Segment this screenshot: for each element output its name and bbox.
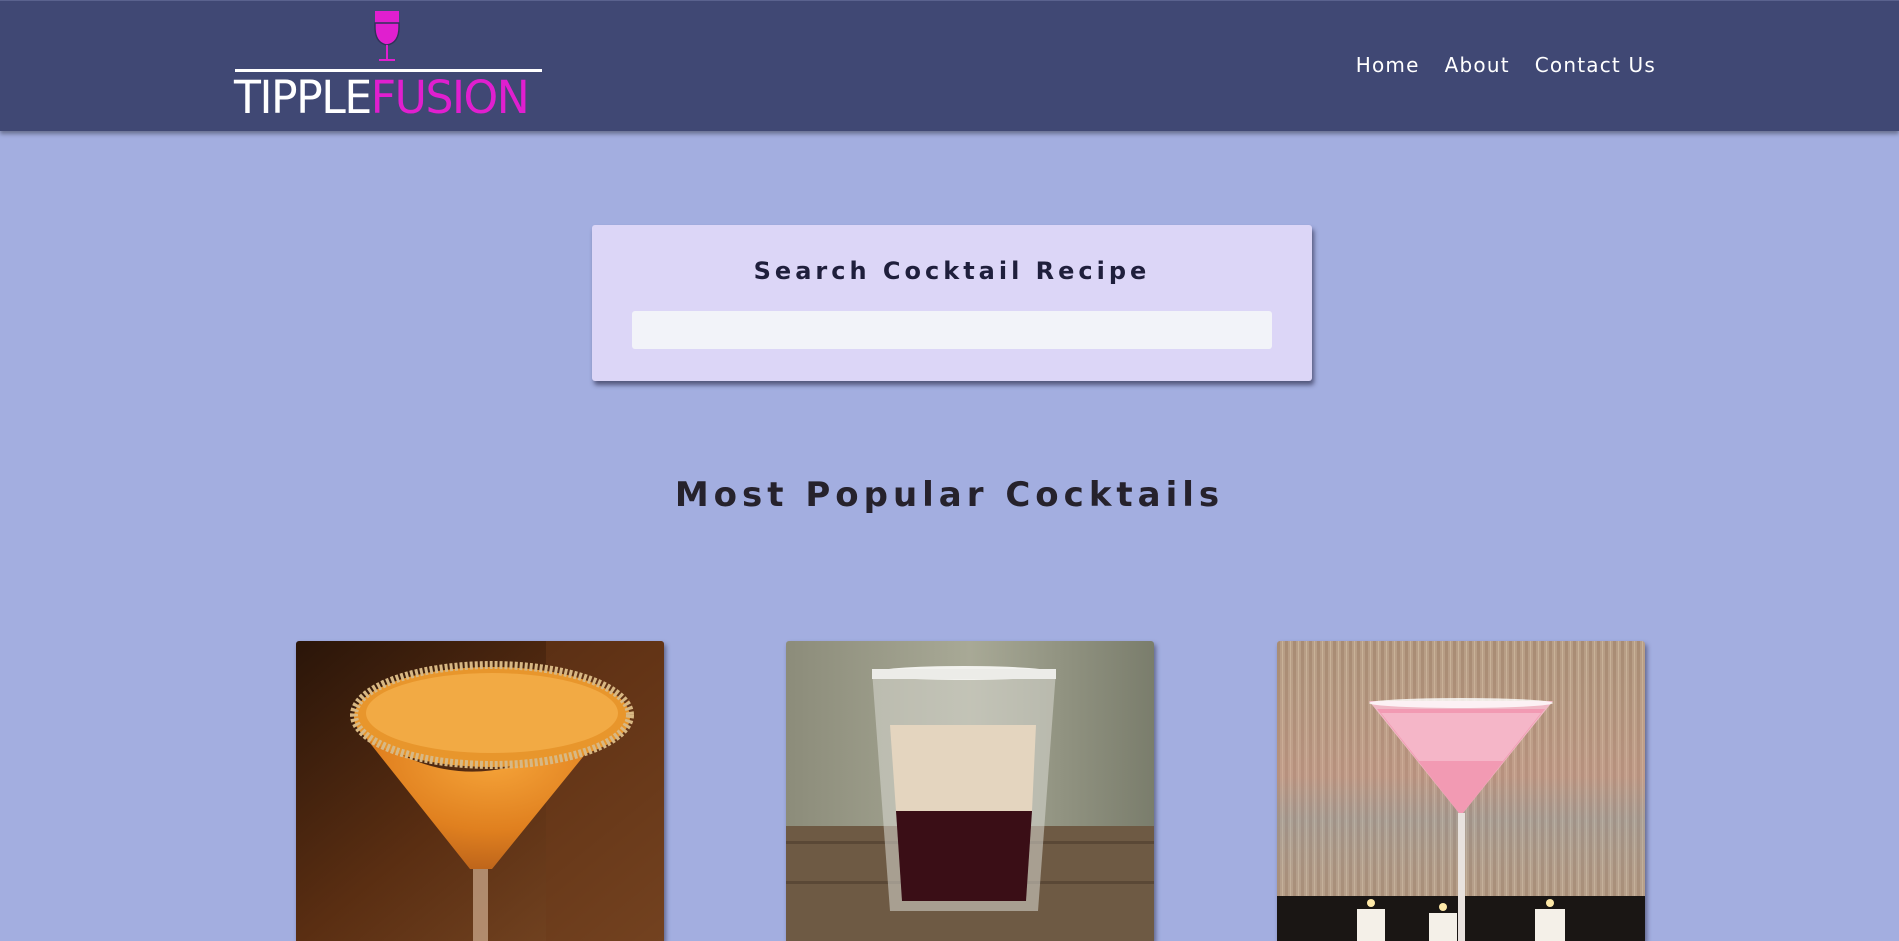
nav-link-about[interactable]: About xyxy=(1445,51,1510,79)
logo-wordmark: TIPPLEFUSION xyxy=(234,71,530,125)
nav-link-home[interactable]: Home xyxy=(1356,51,1420,79)
top-navbar: TIPPLEFUSION Home About Contact Us xyxy=(0,0,1899,131)
main-nav: Home About Contact Us xyxy=(1331,51,1656,79)
search-card: Search Cocktail Recipe xyxy=(592,225,1312,381)
cocktail-card-orange-martini[interactable] xyxy=(296,641,664,941)
search-title: Search Cocktail Recipe xyxy=(753,257,1151,285)
site-logo[interactable]: TIPPLEFUSION xyxy=(232,9,544,124)
layered-shot-image xyxy=(786,641,1154,941)
wine-glass-icon xyxy=(374,11,400,61)
cocktail-card-layered-shot[interactable] xyxy=(786,641,1154,941)
orange-martini-image xyxy=(296,641,664,941)
pink-martini-image xyxy=(1277,641,1645,941)
popular-cocktails-heading: Most Popular Cocktails xyxy=(674,475,1225,515)
search-input[interactable] xyxy=(632,311,1272,349)
logo-text-fusion: FUSION xyxy=(370,71,530,124)
logo-text-tipple: TIPPLE xyxy=(234,71,372,124)
nav-link-contact-us[interactable]: Contact Us xyxy=(1535,51,1656,79)
cocktail-card-pink-martini[interactable] xyxy=(1277,641,1645,941)
